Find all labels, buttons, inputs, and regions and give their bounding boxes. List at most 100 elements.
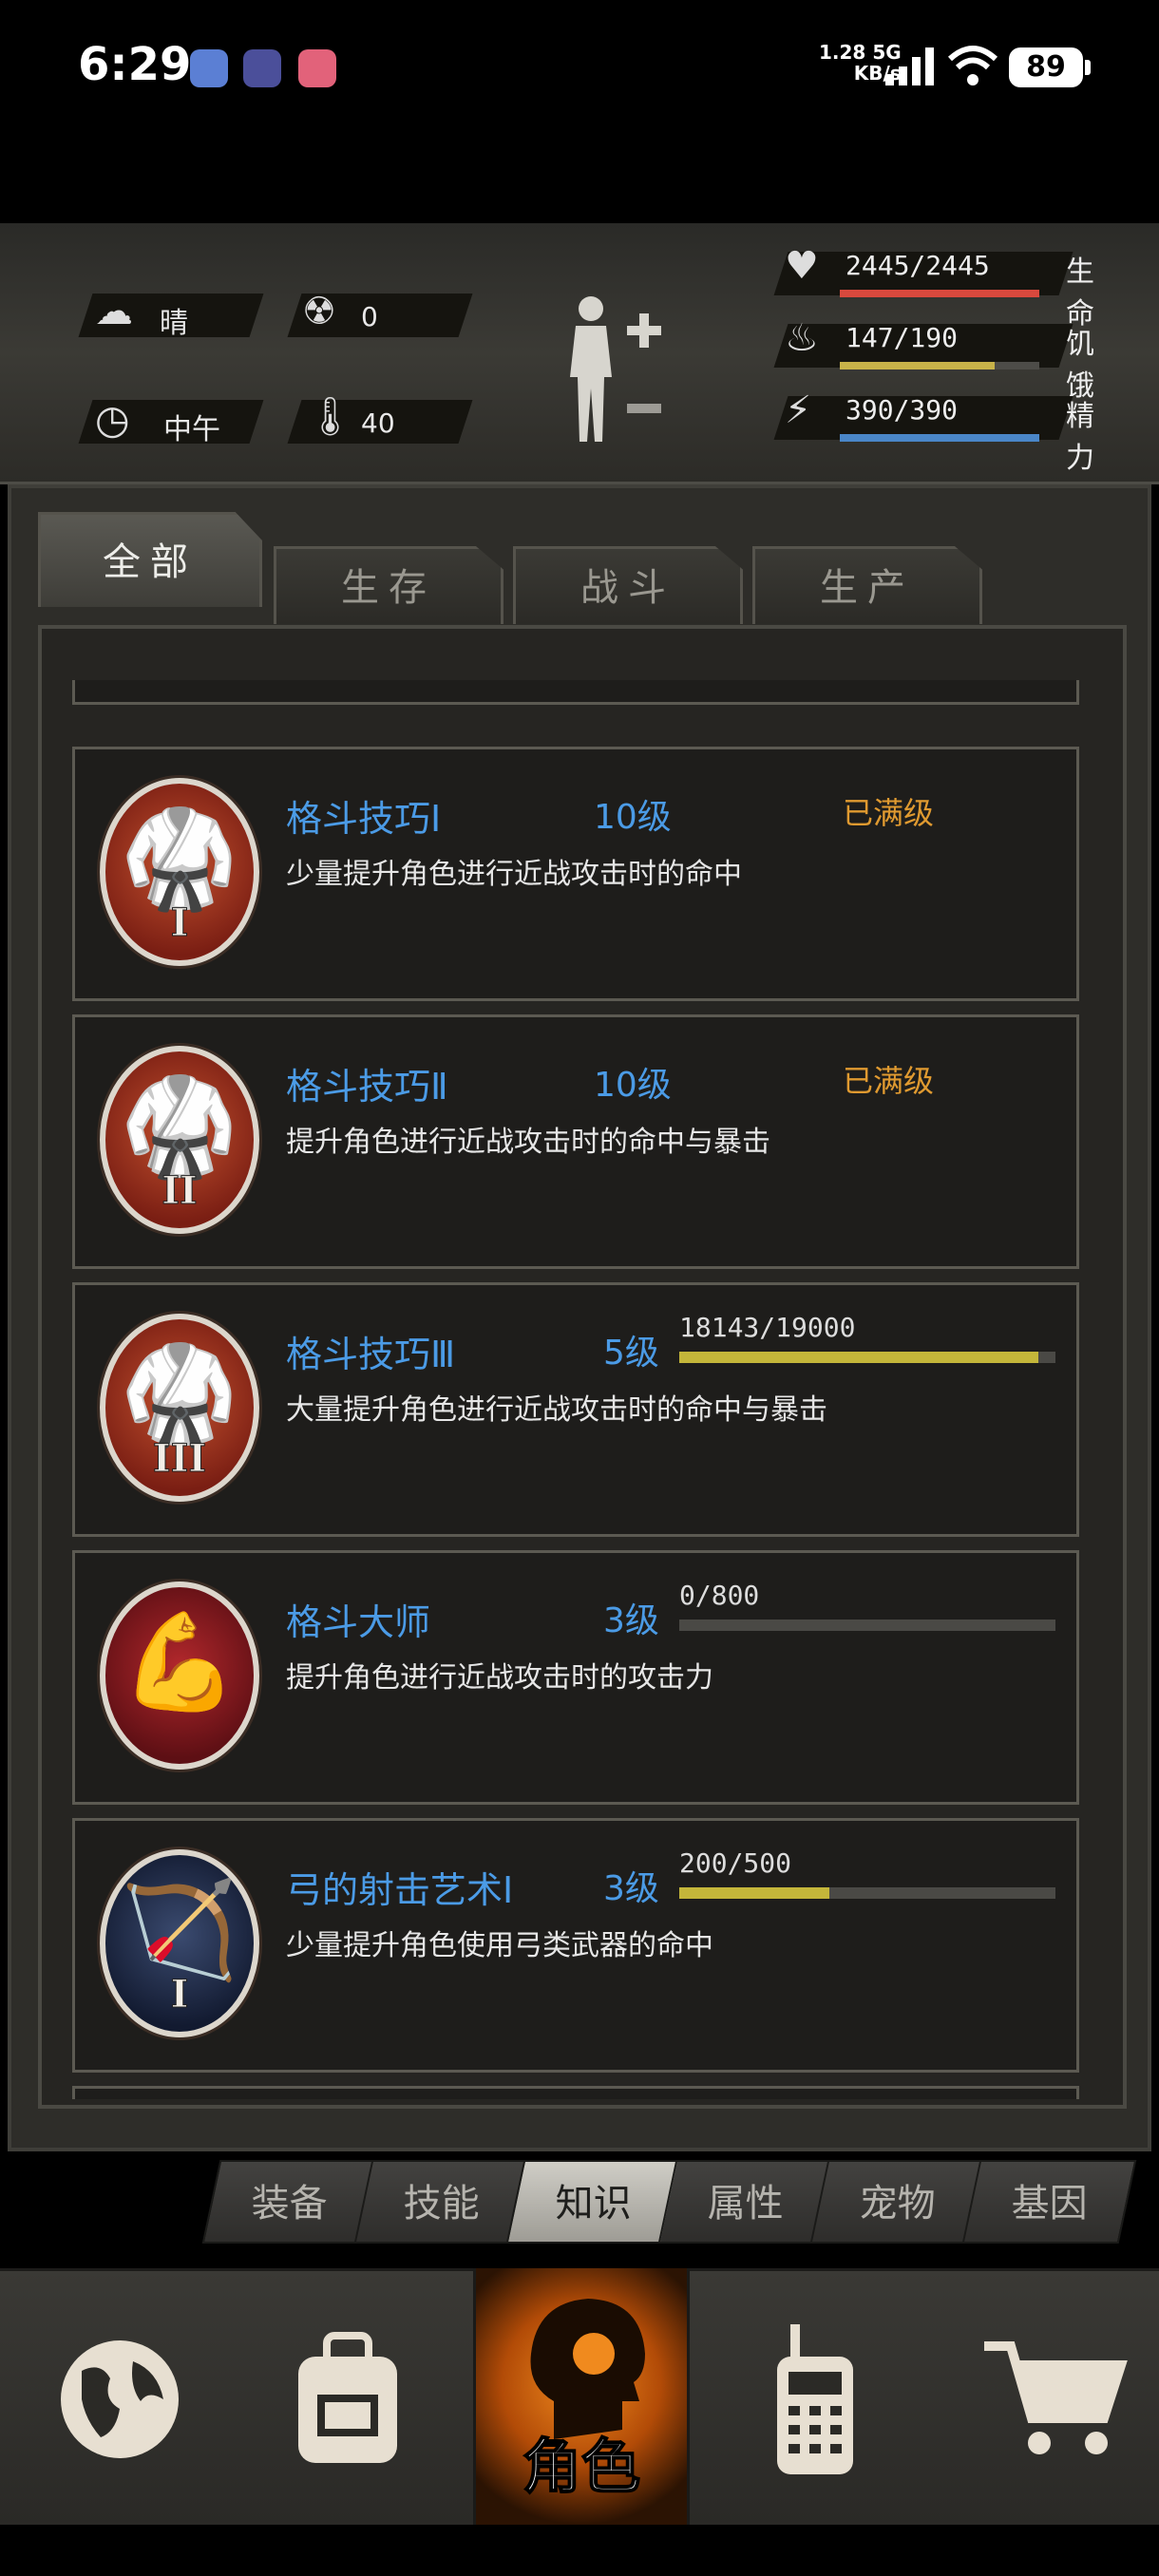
status-time: 6:29 xyxy=(78,38,192,91)
sub-tab-label: 知识 xyxy=(555,2182,632,2226)
nav-character-button[interactable]: 角色 xyxy=(473,2268,690,2525)
sub-tab[interactable]: 技能 xyxy=(353,2160,529,2244)
stat-label: 生命 xyxy=(1066,256,1094,331)
radiation-value: 0 xyxy=(361,301,378,332)
stat-bar xyxy=(840,290,1039,297)
stat-bar-fill xyxy=(840,362,995,369)
sub-tab-label: 宠物 xyxy=(859,2182,936,2226)
skill-name: 格斗技巧Ⅰ xyxy=(286,798,442,840)
camera-app-icon xyxy=(298,49,336,87)
signal-icon xyxy=(885,47,934,85)
skill-card[interactable]: 🥋 II 格斗技巧Ⅱ 10级 已满级提升角色进行近战攻击时的命中与暴击 xyxy=(72,1014,1079,1269)
stat-bar xyxy=(840,434,1039,442)
tier-numeral: II xyxy=(162,1168,198,1214)
sub-tab[interactable]: 宠物 xyxy=(809,2160,985,2244)
category-tab[interactable]: 生产 xyxy=(752,546,982,624)
body-status-button[interactable] xyxy=(559,290,673,451)
archer-icon: 🏹 xyxy=(120,1874,239,1985)
skill-name: 格斗技巧Ⅱ xyxy=(286,1066,448,1108)
backpack-icon[interactable] xyxy=(243,2271,452,2528)
battery-indicator: 89 xyxy=(1009,47,1091,87)
sub-tab-label: 基因 xyxy=(1011,2182,1088,2226)
skill-card[interactable]: 💪 格斗大师 3级 0/800 提升角色进行近战攻击时的攻击力 xyxy=(72,1550,1079,1805)
skill-progress-bar xyxy=(679,1887,1055,1899)
stat-label: 饥饿 xyxy=(1066,328,1094,403)
skill-progress-bar xyxy=(679,1352,1055,1363)
tier-numeral: I xyxy=(170,900,189,946)
skill-progress-fill xyxy=(679,1887,830,1899)
temperature-value: 40 xyxy=(361,407,395,439)
tier-numeral: I xyxy=(170,1972,189,2017)
skill-card-partial[interactable] xyxy=(72,2086,1079,2099)
skill-card[interactable]: 🏹 I 弓的射击艺术Ⅰ 3级 200/500 少量提升角色使用弓类武器的命中 xyxy=(72,1818,1079,2073)
category-tabs: 全部 生存 战斗 生产 xyxy=(38,512,1126,632)
skill-card[interactable]: 🥋 III 格斗技巧Ⅲ 5级 18143/19000 大量提升角色进行近战攻击时的命中与暴… xyxy=(72,1282,1079,1537)
skill-progress-text: 0/800 xyxy=(679,1580,760,1611)
thermometer-icon: 🌡 xyxy=(306,395,354,439)
stat-value: 390/390 xyxy=(846,394,959,426)
stat-bar-fill xyxy=(840,290,1039,297)
tier-numeral: III xyxy=(152,1436,207,1482)
wifi-icon xyxy=(947,46,998,85)
martial-arts-icon: 🥋 xyxy=(120,1338,239,1449)
muscle-torso-icon: 💪 xyxy=(120,1606,239,1717)
stat-bar xyxy=(840,362,1039,369)
k-app-icon xyxy=(243,49,281,87)
skill-badge: 🥋 III xyxy=(100,1314,259,1502)
sub-tab[interactable]: 装备 xyxy=(201,2160,377,2244)
skill-description: 少量提升角色使用弓类武器的命中 xyxy=(286,1929,713,1962)
stat-value: 147/190 xyxy=(846,322,959,353)
skill-card-partial[interactable] xyxy=(72,680,1079,705)
weather-text: 晴 xyxy=(160,307,188,340)
stat-label: 精力 xyxy=(1066,400,1094,475)
skill-level: 10级 xyxy=(594,1066,672,1105)
skill-level: 5级 xyxy=(603,1334,659,1373)
skill-description: 提升角色进行近战攻击时的攻击力 xyxy=(286,1661,713,1695)
hud-panel: ☁ 晴 ☢ 0 ◷ 中午 🌡 40 ♥ 2445/2445 生命 ♨ 147/190 饥饿… xyxy=(0,223,1159,484)
skill-level: 3级 xyxy=(603,1601,659,1640)
sub-tab-label: 装备 xyxy=(251,2182,328,2226)
sub-tab[interactable]: 属性 xyxy=(657,2160,833,2244)
category-tab[interactable]: 全部 xyxy=(38,512,262,607)
sub-tab[interactable]: 知识 xyxy=(505,2160,681,2244)
category-tab[interactable]: 战斗 xyxy=(513,546,743,624)
status-bar: 6:29 1.28 5G KB/s 89 xyxy=(0,0,1159,133)
stat-value: 2445/2445 xyxy=(846,250,990,281)
sub-tab-label: 属性 xyxy=(707,2182,784,2226)
radiation-icon: ☢ xyxy=(302,290,336,333)
max-level-label: 已满级 xyxy=(843,795,935,831)
skill-progress-fill xyxy=(679,1352,1039,1363)
skill-badge: 🏹 I xyxy=(100,1849,259,2037)
martial-arts-icon: 🥋 xyxy=(120,1070,239,1182)
sub-tab-label: 技能 xyxy=(403,2182,480,2226)
skill-level: 3级 xyxy=(603,1869,659,1908)
clock-icon: ◷ xyxy=(95,396,130,443)
radio-icon[interactable] xyxy=(711,2271,920,2528)
martial-arts-icon: 🥋 xyxy=(120,803,239,914)
cart-icon[interactable] xyxy=(950,2271,1159,2528)
system-nav-bar xyxy=(0,2525,1159,2576)
max-level-label: 已满级 xyxy=(843,1063,935,1099)
skill-badge: 🥋 I xyxy=(100,778,259,966)
skill-name: 格斗大师 xyxy=(286,1601,431,1643)
stat-bar-fill xyxy=(840,434,1039,442)
sub-tab[interactable]: 基因 xyxy=(961,2160,1137,2244)
globe-icon[interactable] xyxy=(15,2271,224,2528)
skill-badge: 💪 xyxy=(100,1582,259,1770)
time-of-day: 中午 xyxy=(163,413,220,446)
skill-description: 提升角色进行近战攻击时的命中与暴击 xyxy=(286,1126,770,1159)
skill-list[interactable]: 🥋 I 格斗技巧Ⅰ 10级 已满级 少量提升角色进行近战攻击时的命中 🥋 II 格斗技巧Ⅱ 10级… xyxy=(72,680,1079,2099)
skill-level: 10级 xyxy=(594,798,672,837)
skill-badge: 🥋 II xyxy=(100,1046,259,1234)
skill-card[interactable]: 🥋 I 格斗技巧Ⅰ 10级 已满级 少量提升角色进行近战攻击时的命中 xyxy=(72,747,1079,1001)
skill-description: 大量提升角色进行近战攻击时的命中与暴击 xyxy=(286,1393,827,1427)
nav-character-label: 角色 xyxy=(522,2431,641,2502)
category-tab[interactable]: 生存 xyxy=(274,546,504,624)
skill-progress-text: 18143/19000 xyxy=(679,1312,856,1343)
chat-app-icon xyxy=(190,49,228,87)
head-bolt-icon: ⚡ xyxy=(785,388,812,432)
heart-pulse-icon: ♥ xyxy=(785,244,819,288)
skill-name: 格斗技巧Ⅲ xyxy=(286,1334,456,1375)
skill-name: 弓的射击艺术Ⅰ xyxy=(286,1869,514,1911)
skill-progress-text: 200/500 xyxy=(679,1847,792,1879)
